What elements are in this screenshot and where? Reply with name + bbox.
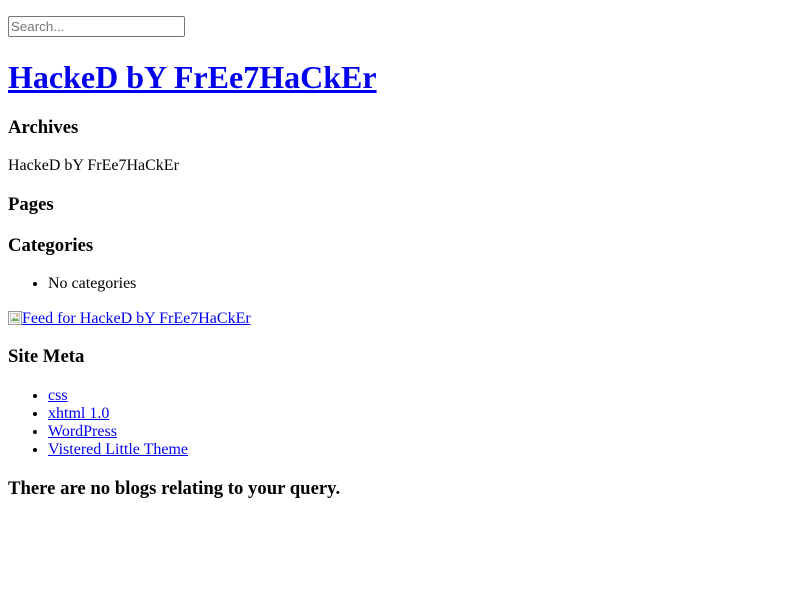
site-meta-item: xhtml 1.0	[48, 405, 188, 423]
search-input[interactable]	[8, 16, 185, 37]
site-meta-heading: Site Meta	[8, 346, 85, 367]
site-meta-item: Vistered Little Theme	[48, 441, 188, 459]
archives-heading: Archives	[8, 117, 79, 138]
site-title: HackeD bY FrEe7HaCkEr	[8, 59, 377, 96]
meta-link-wordpress[interactable]: WordPress	[48, 423, 117, 440]
site-meta-item: css	[48, 387, 188, 405]
site-meta-item: WordPress	[48, 423, 188, 441]
meta-link-theme[interactable]: Vistered Little Theme	[48, 441, 188, 458]
feed-link[interactable]: Feed for HackeD bY FrEe7HaCkEr	[8, 310, 251, 327]
categories-heading: Categories	[8, 235, 94, 256]
feed-link-container: Feed for HackeD bY FrEe7HaCkEr	[8, 310, 251, 328]
meta-link-css[interactable]: css	[48, 387, 68, 404]
meta-link-xhtml[interactable]: xhtml 1.0	[48, 405, 109, 422]
category-item: No categories	[48, 275, 136, 293]
archives-entry: HackeD bY FrEe7HaCkEr	[8, 157, 179, 174]
pages-heading: Pages	[8, 194, 54, 215]
feed-link-alt-text: Feed for HackeD bY FrEe7HaCkEr	[22, 310, 251, 327]
categories-list: No categories	[8, 275, 136, 293]
search-form	[8, 16, 185, 37]
broken-image-icon	[8, 311, 22, 325]
site-meta-list: css xhtml 1.0 WordPress Vistered Little …	[8, 387, 188, 459]
site-title-link[interactable]: HackeD bY FrEe7HaCkEr	[8, 59, 377, 95]
no-results-message: There are no blogs relating to your quer…	[8, 478, 341, 499]
